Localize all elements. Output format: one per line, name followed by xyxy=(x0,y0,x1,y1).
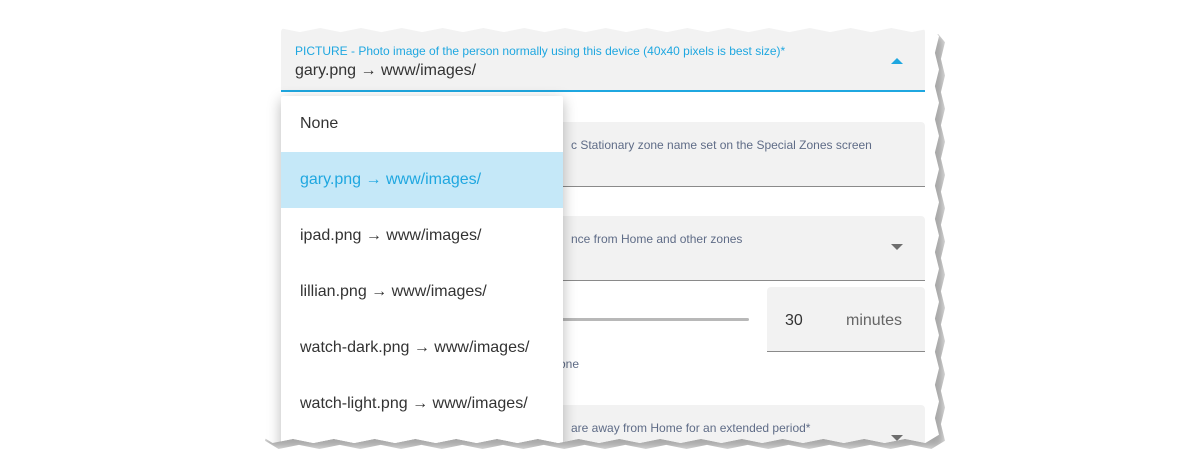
zone-label: nce from Home and other zones xyxy=(571,232,743,246)
menu-item-watch-light[interactable]: watch-light.png → www/images/ xyxy=(281,376,563,432)
menu-item-none[interactable]: None xyxy=(281,96,563,152)
menu-item-watch-dark[interactable]: watch-dark.png → www/images/ xyxy=(281,320,563,376)
menu-item-label: lillian.png → www/images/ xyxy=(300,283,487,300)
chevron-up-icon[interactable] xyxy=(891,58,903,64)
menu-item-lillian[interactable]: lillian.png → www/images/ xyxy=(281,264,563,320)
menu-item-label: gary.png → www/images/ xyxy=(300,171,482,188)
minutes-unit: minutes xyxy=(846,312,903,329)
menu-item-gary[interactable]: gary.png → www/images/ xyxy=(281,152,563,208)
menu-item-ipad[interactable]: ipad.png → www/images/ xyxy=(281,208,563,264)
minutes-slider[interactable] xyxy=(559,318,749,321)
chevron-down-icon[interactable] xyxy=(891,244,903,250)
picture-label: PICTURE - Photo image of the person norm… xyxy=(295,44,786,58)
minutes-value: 30 xyxy=(785,312,803,329)
menu-item-label: watch-light.png → www/images/ xyxy=(300,395,528,412)
picture-dropdown-menu: None gary.png → www/images/ ipad.png → w… xyxy=(281,96,563,443)
menu-item-label: ipad.png → www/images/ xyxy=(300,227,482,244)
stationary-zone-label: c Stationary zone name set on the Specia… xyxy=(571,138,872,152)
picture-select[interactable]: PICTURE - Photo image of the person norm… xyxy=(281,28,925,92)
settings-panel: PICTURE - Photo image of the person norm… xyxy=(259,28,939,443)
menu-item-label: None xyxy=(300,115,339,132)
menu-item-label: watch-dark.png → www/images/ xyxy=(300,339,530,356)
picture-value: gary.png → www/images/ xyxy=(295,62,477,79)
minutes-input[interactable]: 30 minutes xyxy=(767,287,925,352)
away-label: are away from Home for an extended perio… xyxy=(571,421,811,435)
